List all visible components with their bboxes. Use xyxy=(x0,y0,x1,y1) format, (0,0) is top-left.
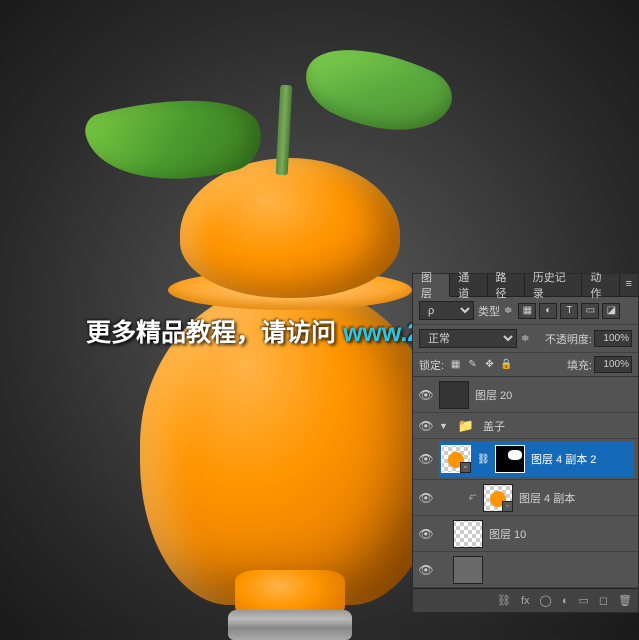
fill-input[interactable] xyxy=(594,356,632,373)
layer-row[interactable]: 👁 图层 10 xyxy=(413,516,638,552)
panel-footer: ⛓ fx ◯ ◐ ▭ ◻ 🗑 xyxy=(413,588,638,612)
filter-smart-icon[interactable]: ◪ xyxy=(602,303,620,319)
lock-trans-icon[interactable]: ▦ xyxy=(448,358,463,372)
tab-actions[interactable]: 动作 xyxy=(582,274,619,296)
smart-object-badge: ▫ xyxy=(460,462,471,473)
filter-pixel-icon[interactable]: ▦ xyxy=(518,303,536,319)
lock-all-icon[interactable]: 🔒 xyxy=(499,358,514,372)
fx-icon[interactable]: fx xyxy=(521,595,530,607)
trash-icon[interactable]: 🗑 xyxy=(618,594,632,607)
fill-label: 填充: xyxy=(567,357,592,373)
tab-paths[interactable]: 路径 xyxy=(488,274,525,296)
layer-thumb[interactable]: ▫ xyxy=(483,484,513,512)
visibility-toggle[interactable]: 👁 xyxy=(413,491,439,505)
visibility-toggle[interactable]: 👁 xyxy=(413,452,439,466)
layer-group-row[interactable]: 👁 ▼ 📁 盖子 xyxy=(413,413,638,439)
visibility-toggle[interactable]: 👁 xyxy=(413,388,439,402)
layers-list: 👁 图层 20 👁 ▼ 📁 盖子 👁 ▫ ⛓ 图层 4 副本 2 xyxy=(413,377,638,588)
filter-adjust-icon[interactable]: ◐ xyxy=(539,303,557,319)
filter-type-icon[interactable]: T xyxy=(560,303,578,319)
blend-mode-dropdown[interactable]: 正常 xyxy=(419,329,517,348)
layer-thumb[interactable] xyxy=(439,381,469,409)
layer-name[interactable]: 图层 10 xyxy=(489,526,526,542)
adjustment-icon[interactable]: ◐ xyxy=(562,595,569,607)
tab-channels[interactable]: 通道 xyxy=(450,274,487,296)
mask-icon[interactable]: ◯ xyxy=(540,594,552,607)
panel-menu-icon[interactable]: ≡ xyxy=(620,274,638,296)
filter-shape-icon[interactable]: ▭ xyxy=(581,303,599,319)
link-icon[interactable]: ⛓ xyxy=(477,454,489,465)
watermark-cn: 更多精品教程，请访问 xyxy=(86,319,343,347)
layer-row[interactable]: 👁 图层 20 xyxy=(413,377,638,413)
filter-type-dropdown[interactable]: ρ xyxy=(419,301,474,320)
filter-label: 类型 xyxy=(478,303,500,319)
layer-row[interactable]: 👁 xyxy=(413,552,638,588)
layer-name[interactable]: 图层 4 副本 xyxy=(519,490,575,506)
filter-row: ρ 类型 ≑ ▦ ◐ T ▭ ◪ xyxy=(413,297,638,325)
filter-icons: ▦ ◐ T ▭ ◪ xyxy=(518,303,620,319)
opacity-input[interactable] xyxy=(594,330,632,347)
layers-panel: 图层 通道 路径 历史记录 动作 ≡ ρ 类型 ≑ ▦ ◐ T ▭ ◪ 正常 ≑… xyxy=(412,273,639,613)
leaf-right xyxy=(295,23,460,157)
lock-paint-icon[interactable]: ✎ xyxy=(465,358,480,372)
group-name[interactable]: 盖子 xyxy=(483,418,505,434)
visibility-toggle[interactable]: 👁 xyxy=(413,527,439,541)
lock-row: 锁定: ▦ ✎ ✥ 🔒 填充: xyxy=(413,353,638,377)
layer-thumb[interactable] xyxy=(453,556,483,584)
blend-row: 正常 ≑ 不透明度: xyxy=(413,325,638,353)
layer-row[interactable]: 👁 ▫ ⛓ 图层 4 副本 2 xyxy=(413,439,638,480)
layer-name[interactable]: 图层 20 xyxy=(475,387,512,403)
tab-layers[interactable]: 图层 xyxy=(413,274,450,297)
group-icon[interactable]: ▭ xyxy=(578,594,588,607)
visibility-toggle[interactable]: 👁 xyxy=(413,563,439,577)
tab-history[interactable]: 历史记录 xyxy=(525,274,583,296)
bulb-metal-base xyxy=(228,610,352,640)
mask-thumb[interactable] xyxy=(495,445,525,473)
orange-cap xyxy=(180,158,400,298)
clip-mask-icon: ↳ xyxy=(466,493,479,503)
smart-object-badge: ▫ xyxy=(502,501,513,512)
expand-arrow-icon[interactable]: ▼ xyxy=(439,421,449,431)
layer-thumb[interactable] xyxy=(453,520,483,548)
layer-name[interactable]: 图层 4 副本 2 xyxy=(531,451,596,467)
visibility-toggle[interactable]: 👁 xyxy=(413,419,439,433)
layer-row[interactable]: 👁 ↳ ▫ 图层 4 副本 xyxy=(413,480,638,516)
opacity-label: 不透明度: xyxy=(545,331,592,347)
panel-tabs: 图层 通道 路径 历史记录 动作 ≡ xyxy=(413,274,638,297)
lock-label: 锁定: xyxy=(419,357,444,373)
link-layers-icon[interactable]: ⛓ xyxy=(497,594,511,607)
folder-icon: 📁 xyxy=(455,417,477,435)
lock-move-icon[interactable]: ✥ xyxy=(482,358,497,372)
layer-thumb[interactable]: ▫ xyxy=(441,445,471,473)
new-layer-icon[interactable]: ◻ xyxy=(599,594,608,607)
